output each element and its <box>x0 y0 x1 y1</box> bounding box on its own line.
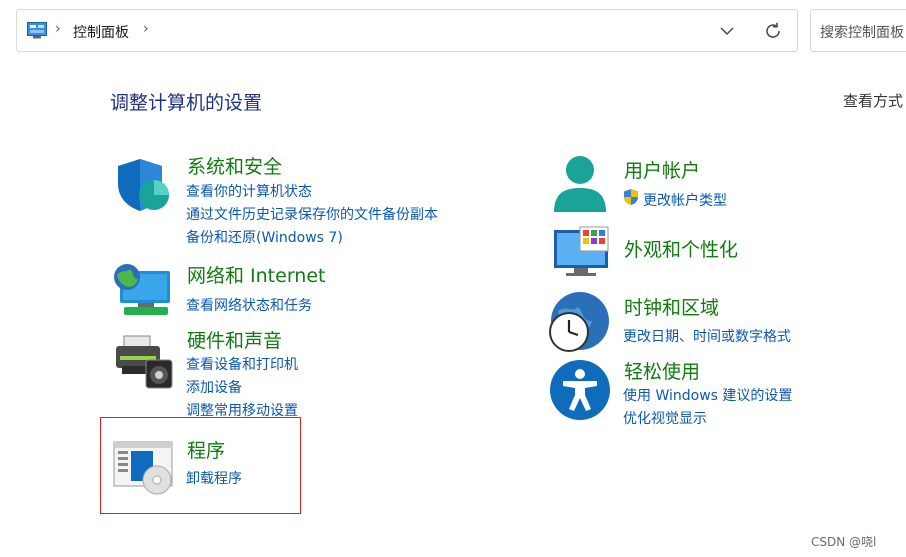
category-title-hardware-sound[interactable]: 硬件和声音 <box>187 326 282 353</box>
search-placeholder: 搜索控制面板 <box>820 25 904 41</box>
breadcrumb-separator: › <box>55 21 61 37</box>
shield-icon[interactable] <box>114 156 172 214</box>
address-bar[interactable]: › 控制面板 › <box>16 9 798 52</box>
control-panel-icon <box>27 22 47 39</box>
link-file-history-backup[interactable]: 通过文件历史记录保存你的文件备份副本 <box>186 204 438 224</box>
category-title-network-internet[interactable]: 网络和 Internet <box>187 261 325 288</box>
breadcrumb-control-panel[interactable]: 控制面板 <box>73 22 129 42</box>
page-title: 调整计算机的设置 <box>110 92 263 114</box>
category-title-ease-of-access[interactable]: 轻松使用 <box>624 357 700 384</box>
breadcrumb-separator[interactable]: › <box>143 21 149 37</box>
printer-speaker-icon[interactable] <box>114 334 174 390</box>
link-view-computer-status[interactable]: 查看你的计算机状态 <box>186 181 312 201</box>
personalization-monitor-icon[interactable] <box>552 226 610 278</box>
search-input[interactable]: 搜索控制面板 <box>810 9 906 52</box>
accessibility-icon[interactable] <box>549 359 611 421</box>
watermark: CSDN @哓l <box>811 535 877 549</box>
category-title-system-security[interactable]: 系统和安全 <box>187 152 282 179</box>
link-change-date-time-format[interactable]: 更改日期、时间或数字格式 <box>623 326 791 346</box>
highlight-box <box>100 417 301 514</box>
link-backup-restore[interactable]: 备份和还原(Windows 7) <box>186 227 343 247</box>
link-optimize-visual-display[interactable]: 优化视觉显示 <box>623 408 707 428</box>
clock-globe-icon[interactable] <box>548 291 610 353</box>
category-title-appearance[interactable]: 外观和个性化 <box>624 235 738 262</box>
link-windows-recommended-settings[interactable]: 使用 Windows 建议的设置 <box>623 385 792 405</box>
link-devices-printers[interactable]: 查看设备和打印机 <box>186 354 298 374</box>
refresh-icon[interactable] <box>763 21 783 41</box>
link-add-device[interactable]: 添加设备 <box>186 377 242 397</box>
user-icon[interactable] <box>552 154 608 216</box>
network-globe-icon[interactable] <box>112 261 172 319</box>
uac-shield-icon <box>624 189 638 205</box>
link-network-status[interactable]: 查看网络状态和任务 <box>186 295 312 315</box>
category-title-clock-region[interactable]: 时钟和区域 <box>624 293 719 320</box>
chevron-down-icon[interactable] <box>719 24 735 38</box>
view-by-label: 查看方式 <box>843 92 904 110</box>
link-change-account-type[interactable]: 更改帐户类型 <box>643 190 727 210</box>
category-title-user-accounts[interactable]: 用户帐户 <box>624 156 700 183</box>
